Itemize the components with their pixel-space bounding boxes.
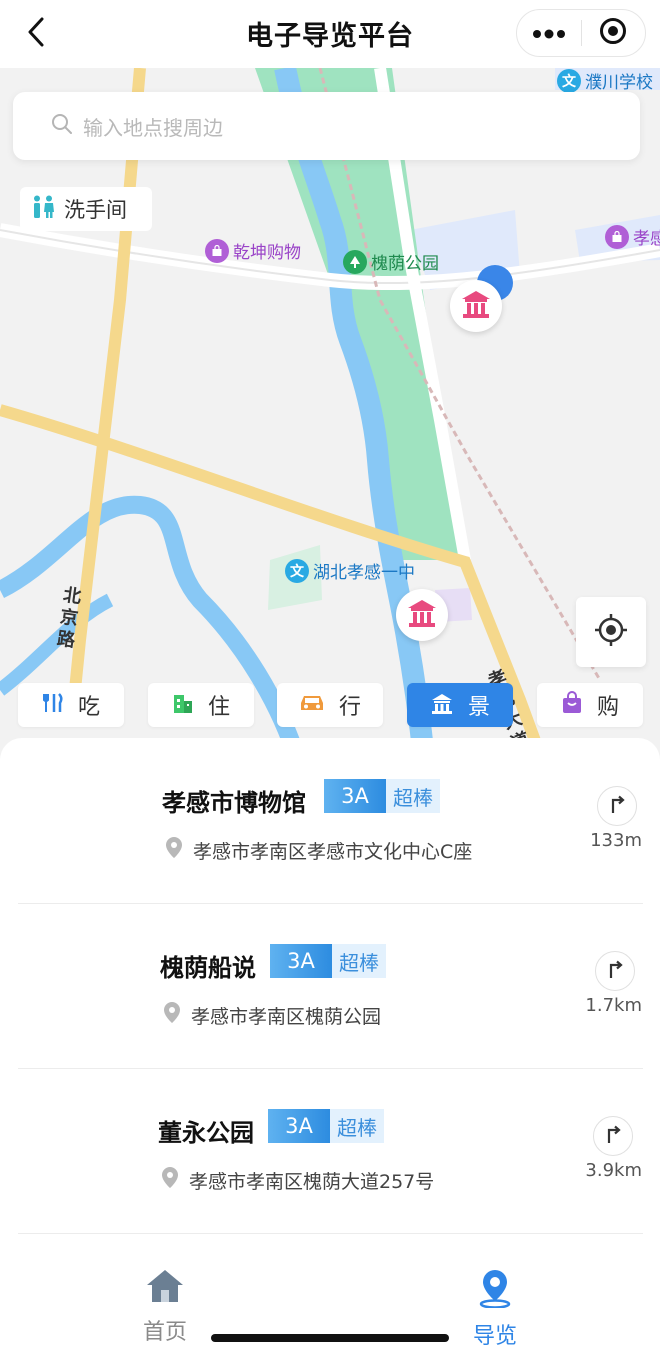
distance-label: 133m [590, 830, 642, 851]
food-icon [42, 692, 64, 718]
temple-icon [459, 289, 493, 323]
place-address: 孝感市孝南区槐荫公园 [161, 1001, 381, 1030]
tab-guide[interactable]: 导览 [445, 1268, 545, 1350]
turn-right-icon [605, 959, 625, 983]
tag-badge: 超棒 [330, 1109, 384, 1143]
navigate-button[interactable] [597, 786, 637, 826]
map-pin-icon [477, 1268, 513, 1312]
shopping-icon [561, 691, 583, 719]
scenic-marker[interactable] [450, 280, 502, 332]
category-hotel[interactable]: 住 [148, 683, 254, 727]
search-placeholder: 输入地点搜周边 [83, 115, 223, 140]
mini-program-capsule [516, 9, 646, 57]
more-dots-icon [532, 24, 566, 43]
location-pin-icon [161, 1001, 183, 1030]
category-transport[interactable]: 行 [277, 683, 383, 727]
level-badge: 3A [268, 1109, 330, 1143]
list-item[interactable]: 董永公园 3A 超棒 孝感市孝南区槐荫大道257号 3.9km [0, 1068, 660, 1233]
poi-xiaogan-no1-high-school[interactable]: 文 湖北孝感一中 [285, 558, 415, 583]
map-view[interactable]: 文 濮川学校 乾坤购物 槐荫公园 文 湖北孝感一中 孝感 北京路 孝武大道 [0, 68, 660, 768]
car-icon [299, 693, 325, 717]
temple-icon [405, 598, 439, 632]
more-button[interactable] [517, 10, 581, 56]
place-address: 孝感市孝南区槐荫大道257号 [159, 1166, 434, 1195]
place-name: 董永公园 [158, 1119, 254, 1147]
poi-huaiyin-park[interactable]: 槐荫公园 [343, 249, 439, 274]
poi-shopping-mall[interactable]: 乾坤购物 [205, 238, 301, 263]
culture-icon: 文 [557, 68, 581, 93]
navigate-button[interactable] [595, 951, 635, 991]
crosshair-icon [594, 613, 628, 651]
list-item[interactable]: 孝感市博物馆 3A 超棒 孝感市孝南区孝感市文化中心C座 133m [0, 738, 660, 903]
top-nav-bar: 电子导览平台 [0, 0, 660, 68]
list-divider [18, 1233, 643, 1234]
poi-shopping-2[interactable]: 孝感 [605, 224, 660, 249]
home-indicator [211, 1334, 449, 1342]
level-badge: 3A [270, 944, 332, 978]
hotel-icon [172, 691, 194, 719]
scenic-list-panel: 孝感市博物馆 3A 超棒 孝感市孝南区孝感市文化中心C座 133m 槐荫船说 3… [0, 738, 660, 1238]
search-input[interactable]: 输入地点搜周边 [13, 92, 640, 160]
restroom-button[interactable]: 洗手间 [20, 187, 152, 231]
map-base-layer [0, 68, 660, 768]
category-filter-bar: 吃 住 行 景 购 [0, 683, 660, 729]
locate-me-button[interactable] [576, 597, 646, 667]
rating-badge: 3A 超棒 [268, 1109, 384, 1143]
restroom-icon [32, 195, 54, 223]
shopping-bag-icon [605, 224, 629, 249]
search-icon [51, 113, 73, 139]
category-scenic[interactable]: 景 [407, 683, 513, 727]
poi-school-1[interactable]: 文 濮川学校 [557, 68, 653, 93]
place-name: 孝感市博物馆 [162, 789, 306, 817]
home-icon [145, 1268, 185, 1308]
distance-label: 3.9km [585, 1160, 642, 1181]
tab-home[interactable]: 首页 [115, 1268, 215, 1346]
place-name: 槐荫船说 [160, 954, 256, 982]
scenic-icon [430, 692, 454, 718]
level-badge: 3A [324, 779, 386, 813]
navigate-button[interactable] [593, 1116, 633, 1156]
target-circle-icon [599, 17, 627, 49]
tag-badge: 超棒 [332, 944, 386, 978]
culture-icon: 文 [285, 558, 309, 583]
location-pin-icon [159, 1166, 181, 1195]
close-mini-program-button[interactable] [582, 10, 646, 56]
list-item[interactable]: 槐荫船说 3A 超棒 孝感市孝南区槐荫公园 1.7km [0, 903, 660, 1068]
turn-right-icon [603, 1124, 623, 1148]
tag-badge: 超棒 [386, 779, 440, 813]
category-shopping[interactable]: 购 [537, 683, 643, 727]
rating-badge: 3A 超棒 [270, 944, 386, 978]
tree-icon [343, 249, 367, 274]
scenic-marker[interactable] [396, 589, 448, 641]
location-pin-icon [163, 836, 185, 865]
turn-right-icon [607, 794, 627, 818]
distance-label: 1.7km [585, 995, 642, 1016]
category-food[interactable]: 吃 [18, 683, 124, 727]
place-address: 孝感市孝南区孝感市文化中心C座 [163, 836, 472, 865]
shopping-bag-icon [205, 238, 229, 263]
rating-badge: 3A 超棒 [324, 779, 440, 813]
